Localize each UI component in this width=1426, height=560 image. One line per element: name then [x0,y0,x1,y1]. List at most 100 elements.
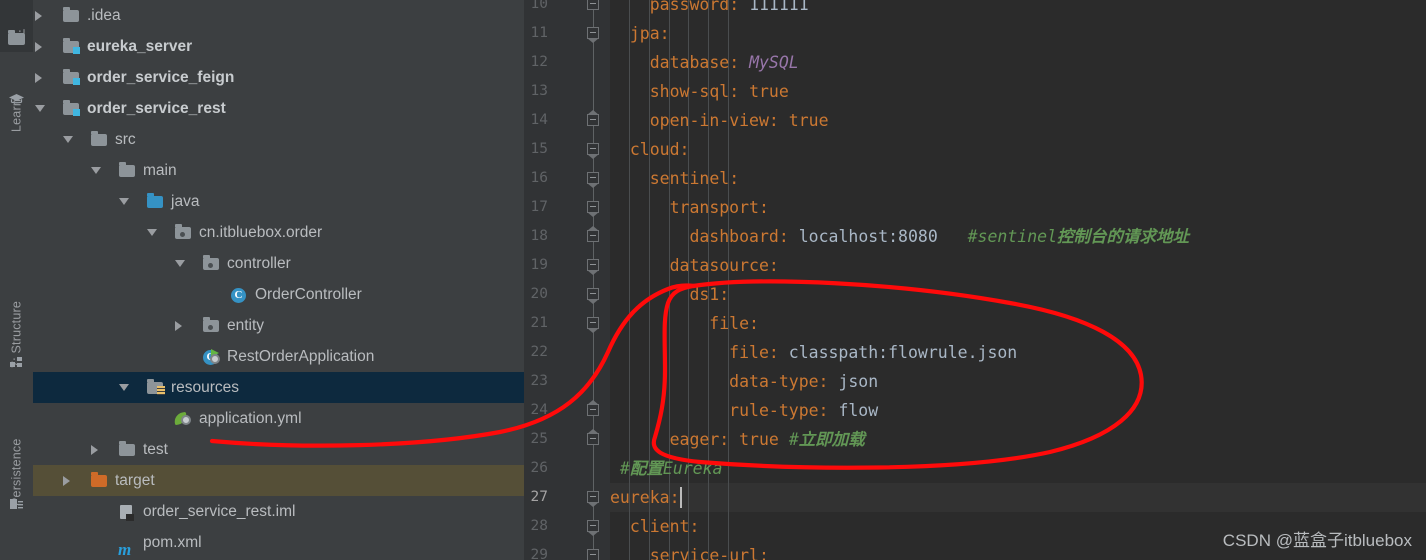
tree-node-src[interactable]: src [33,124,524,155]
tree-node-order-service-rest[interactable]: order_service_rest [33,93,524,124]
line-number: 25 [530,431,548,447]
tree-node-test[interactable]: test [33,434,524,465]
editor-gutter[interactable]: 10 11 12 13 14 15 16 17 18 19 20 21 22 23 24 25 26 27 28 29 [524,0,610,560]
tree-node-eureka-server[interactable]: eureka_server [33,31,524,62]
code-line[interactable]: dashboard: localhost:8080 #sentinel控制台的请… [689,222,1189,251]
chevron-right-icon[interactable] [35,11,42,21]
fold-marker[interactable] [587,201,600,217]
code-line[interactable]: #配置Eureka [620,454,723,483]
tree-node-target[interactable]: target [33,465,524,496]
tree-node-restorderapplication[interactable]: C RestOrderApplication [33,341,524,372]
code-token: datasource: [669,256,779,275]
chevron-down-icon[interactable] [119,198,129,205]
resource-folder-icon [146,379,165,395]
code-line[interactable]: data-type: json [729,367,878,396]
chevron-down-icon[interactable] [63,136,73,143]
maven-file-icon: m [118,540,132,559]
fold-marker[interactable] [587,317,600,333]
tree-node-label: OrderController [255,286,362,303]
tree-node-order-service-rest-iml[interactable]: order_service_rest.iml [33,496,524,527]
line-number: 26 [530,460,548,476]
code-line[interactable]: service-url: [650,541,769,560]
tree-node-cn-itbluebox-order[interactable]: cn.itbluebox.order [33,217,524,248]
code-line[interactable]: open-in-view: true [650,106,829,135]
fold-marker[interactable] [587,429,600,446]
fold-marker[interactable] [587,0,600,11]
folder-icon [90,131,108,147]
chevron-right-icon[interactable] [91,445,98,455]
fold-marker[interactable] [587,259,600,275]
fold-marker[interactable] [587,288,600,304]
module-folder-icon [62,69,80,85]
code-line[interactable]: transport: [670,193,769,222]
tool-window-button-structure[interactable]: 7: Structure [0,258,33,368]
fold-marker[interactable] [587,27,600,43]
csdn-watermark: CSDN @蓝盒子itbluebox [1222,531,1412,550]
source-folder-icon [146,193,164,209]
folder-icon [118,162,136,178]
code-line[interactable]: cloud: [630,135,690,164]
tree-node-controller[interactable]: controller [33,248,524,279]
tree-node-ordercontroller[interactable]: C OrderController [33,279,524,310]
line-number: 16 [530,170,548,186]
tree-node-main[interactable]: main [33,155,524,186]
tree-node-pom-xml[interactable]: m pom.xml [33,527,524,559]
code-line[interactable]: password: 111111 [650,0,809,19]
code-line[interactable]: show-sql: true [650,77,789,106]
code-line[interactable]: ds1: [689,280,729,309]
chevron-right-icon[interactable] [35,42,42,52]
code-token: true [788,111,829,130]
tree-node-label: RestOrderApplication [227,348,375,365]
code-token: password: [649,0,750,14]
tree-node-label: eureka_server [87,38,193,55]
fold-marker[interactable] [587,172,600,188]
fold-marker[interactable] [587,520,600,536]
tool-window-button-persistence[interactable]: Persistence [0,396,33,506]
code-token: data-type: [729,372,839,391]
code-line[interactable]: sentinel: [650,164,739,193]
code-line[interactable]: database: MySQL [650,48,799,77]
chevron-right-icon[interactable] [175,321,182,331]
tree-node-java[interactable]: java [33,186,524,217]
tree-node-resources[interactable]: resources [33,372,524,403]
idea-window: 1:Learn7: StructurePersistence .ideaeure… [0,0,1426,560]
fold-marker[interactable] [587,491,600,507]
fold-marker[interactable] [587,400,600,417]
code-line[interactable]: jpa: [630,19,670,48]
tree-node-label: src [115,131,136,148]
chevron-down-icon[interactable] [91,167,101,174]
code-token: cloud: [629,140,690,159]
code-line[interactable]: client: [630,512,700,541]
tree-node-order-service-feign[interactable]: order_service_feign [33,62,524,93]
tree-node-application-yml[interactable]: application.yml [33,403,524,434]
code-token: 立即加载 [798,430,865,449]
code-line[interactable]: datasource: [670,251,779,280]
code-line[interactable]: eureka: [610,483,680,512]
code-line[interactable]: eager: true #立即加载 [670,425,865,454]
code-token: dashboard: [689,227,799,246]
line-number: 27 [530,489,548,505]
fold-marker[interactable] [587,110,600,127]
fold-marker[interactable] [587,143,600,159]
chevron-down-icon[interactable] [35,105,45,112]
fold-marker[interactable] [587,226,600,243]
module-folder-icon [62,38,80,54]
code-token: eager: [669,430,740,449]
chevron-down-icon[interactable] [119,384,129,391]
line-number: 15 [530,141,548,157]
code-editor[interactable]: 10 11 12 13 14 15 16 17 18 19 20 21 22 23 24 25 26 27 28 29… [524,0,1426,560]
line-number: 14 [530,112,548,128]
chevron-down-icon[interactable] [147,229,157,236]
chevron-down-icon[interactable] [175,260,185,267]
code-token: json [838,372,879,391]
fold-marker[interactable] [587,549,600,560]
chevron-right-icon[interactable] [63,476,70,486]
code-line[interactable]: file: [709,309,759,338]
tree-node-entity[interactable]: entity [33,310,524,341]
code-line[interactable]: rule-type: flow [729,396,878,425]
code-line[interactable]: file: classpath:flowrule.json [729,338,1017,367]
structure-icon [8,355,25,367]
tree-node--idea[interactable]: .idea [33,0,524,31]
chevron-right-icon[interactable] [35,73,42,83]
package-icon [174,224,192,240]
